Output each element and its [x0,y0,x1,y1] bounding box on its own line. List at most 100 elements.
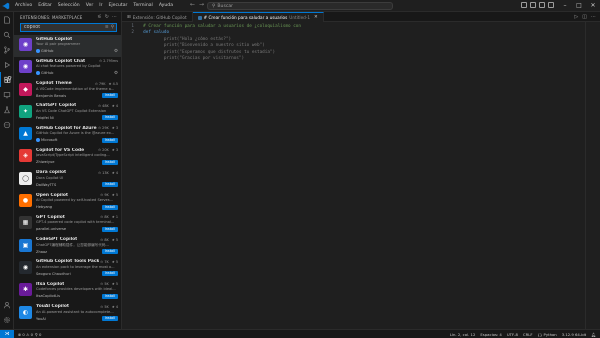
extension-item[interactable]: ◉ GitHub Copilot Your AI pair programmer Gi… [14,35,121,58]
install-button[interactable]: Install [101,316,118,322]
install-count: ⊙ 8K [100,215,109,220]
explorer-icon[interactable] [0,12,14,27]
extension-item[interactable]: ◐ YouAI Copilot ⊙ 5K ★ 4 An AI-powered assis… [14,303,121,325]
editor-actions: ▷ ◫ ⋯ [574,14,596,20]
tab-untitled[interactable]: # Crear función para saludar a usuarios … [192,12,324,22]
nav-arrows: ← → [190,1,204,8]
back-arrow-icon[interactable]: ← [190,1,195,8]
extension-name: Itsa Copilot [36,281,65,287]
install-button[interactable]: Install [101,159,118,165]
cursor-position[interactable]: Lín. 2, col. 12 [450,332,476,337]
extension-logo-icon: ● [19,194,32,208]
encoding[interactable]: UTF-8 [507,332,518,337]
toggle-sidebar-icon[interactable] [521,2,527,8]
refresh-icon[interactable]: ↻ [105,14,109,20]
extension-description: ChatGPT编程辅助插件，让您能够编写代码... [36,242,109,247]
filter-extensions-icon[interactable]: ⚲ [111,25,114,30]
notifications-icon[interactable]: 🔔︎ [591,332,596,337]
tab-extension-copilot[interactable]: ⊞ Extensión: GitHub Copilot [122,12,193,22]
publisher-name: Seoguro Chaudhuri [36,271,71,276]
remote-indicator-icon[interactable]: ⋊ [0,329,14,338]
menu-ir[interactable]: Ir [96,0,105,12]
remote-explorer-icon[interactable] [0,87,14,102]
toggle-panel-icon[interactable] [530,2,536,8]
line-ending[interactable]: CRLF [523,332,533,337]
menu-ayuda[interactable]: Ayuda [156,0,176,12]
extension-publisher: Zhiweiyue [36,160,55,164]
manage-gear-icon[interactable] [0,312,14,327]
extension-stats: ⊙ 79K ★ 4.5 [95,82,118,86]
extension-item[interactable]: ▦ GPT Copilot ⊙ 8K ★ 1 GPT-4 powered code co… [14,213,121,235]
account-icon[interactable] [0,297,14,312]
scrollbar-track[interactable] [585,22,586,329]
status-right: Lín. 2, col. 12 Espacios: 4 UTF-8 CRLF {… [450,332,600,337]
editor-more-icon[interactable]: ⋯ [591,14,596,20]
menu-archivo[interactable]: Archivo [12,0,35,12]
menu-seleccion[interactable]: Selección [55,0,83,12]
problems-indicator[interactable]: ⊗ 0 ⚠ 0 ⚲ 0 [14,332,41,337]
more-actions-icon[interactable]: ⋯ [112,14,117,20]
extension-item[interactable]: ✱ Itsa Copilot ⊙ 5K ★ 5 Codeforces provides … [14,280,121,302]
extension-item[interactable]: ◯ Dara copilot ⊙ 13K ★ 4 Dara Copilot UI DaiW… [14,169,121,191]
extension-item[interactable]: ▣ CodeGPT Copilot ⊙ 8K ★ 5 ChatGPT编程辅助插件，让您能… [14,236,121,258]
extension-item[interactable]: ▲ GitHub Copilot for Azure ⊙ 29K ★ 3 GitHub … [14,124,121,146]
close-tab-icon[interactable]: ✕ [314,15,318,20]
extension-item[interactable]: ◉ GitHub Copilot Tools Pack ⊙ 7K ★ 5 An exte… [14,258,121,280]
publisher-name: Zhaoz [36,249,48,254]
install-button[interactable]: Install [101,93,118,99]
extension-name: CodeGPT Copilot [36,237,78,243]
run-file-icon[interactable]: ▷ [574,14,578,20]
toggle-secondary-sidebar-icon[interactable] [539,2,545,8]
language-mode[interactable]: {} Python [538,332,557,337]
indentation[interactable]: Espacios: 4 [480,332,501,337]
extension-description: An VS Code ChatGPT Copilot Extension [36,108,107,113]
rating: ★ 3 [111,148,118,153]
menu-terminal[interactable]: Terminal [130,0,155,12]
extension-search-input[interactable] [24,25,104,30]
forward-arrow-icon[interactable]: → [199,1,204,8]
extension-item[interactable]: ✦ ChatGPT Copilot ⊙ 48K ★ 4 An VS Code ChatG… [14,102,121,124]
extension-item[interactable]: ● Open Copilot ⊙ 9K ★ 5 AI Copilot powered b… [14,191,121,213]
extension-publisher: Seoguro Chaudhuri [36,272,71,276]
manage-extension-gear-icon[interactable]: ⚙ [114,49,118,54]
install-button[interactable]: Install [101,293,118,299]
install-button[interactable]: Install [101,115,118,121]
search-view-icon[interactable] [0,27,14,42]
install-button[interactable]: Install [101,137,118,143]
publisher-name: YouAI [36,316,46,321]
menu-ver[interactable]: Ver [83,0,97,12]
menu-ejecutar[interactable]: Ejecutar [105,0,130,12]
publisher-name: GitHub [41,49,54,53]
install-button[interactable]: Install [101,226,118,232]
copilot-chat-icon[interactable] [0,117,14,132]
install-button[interactable]: Install [101,204,118,210]
install-count: ⊙ 9K [100,193,109,198]
source-control-icon[interactable] [0,42,14,57]
menu-editar[interactable]: Editar [35,0,55,12]
run-debug-icon[interactable] [0,57,14,72]
install-button[interactable]: Install [101,271,118,277]
minimize-icon[interactable]: – [558,0,572,12]
filter-icon[interactable]: ⚟ [97,14,101,20]
code-editor[interactable]: 1 # Crear función para saludar a usuario… [122,22,600,329]
extension-description: GitHub Copilot for Azure is the @azure e… [36,131,115,136]
extensions-icon[interactable] [0,72,14,87]
split-editor-icon[interactable]: ◫ [582,14,587,20]
extension-logo-icon: ◆ [19,82,32,96]
rating: ★ 1 [111,215,118,220]
extension-stats: ⊙ 29K ★ 3 [98,126,118,130]
python-interpreter[interactable]: 3.12.9 64-bit [562,332,586,337]
testing-icon[interactable] [0,102,14,117]
extension-publisher: Hebyang [36,205,52,209]
extension-item[interactable]: ◆ Copilot Theme ⊙ 79K ★ 4.5 A VSCode impleme… [14,80,121,102]
extension-item[interactable]: ◉ GitHub Copilot Chat ⊙ 2.795ms AI chat fea… [14,57,121,79]
manage-extension-gear-icon[interactable]: ⚙ [114,71,118,76]
customize-layout-icon[interactable] [548,2,554,8]
install-button[interactable]: Install [101,182,118,188]
maximize-icon[interactable]: □ [572,0,586,12]
extension-item[interactable]: ◈ Copilot for VS Code ⊙ 20K ★ 3 JavaScript/T… [14,146,121,168]
install-button[interactable]: Install [101,249,118,255]
command-center-search[interactable]: ⚲ Buscar [207,2,393,10]
close-icon[interactable]: ✕ [586,0,600,12]
clear-search-icon[interactable]: ≡ [105,25,109,30]
